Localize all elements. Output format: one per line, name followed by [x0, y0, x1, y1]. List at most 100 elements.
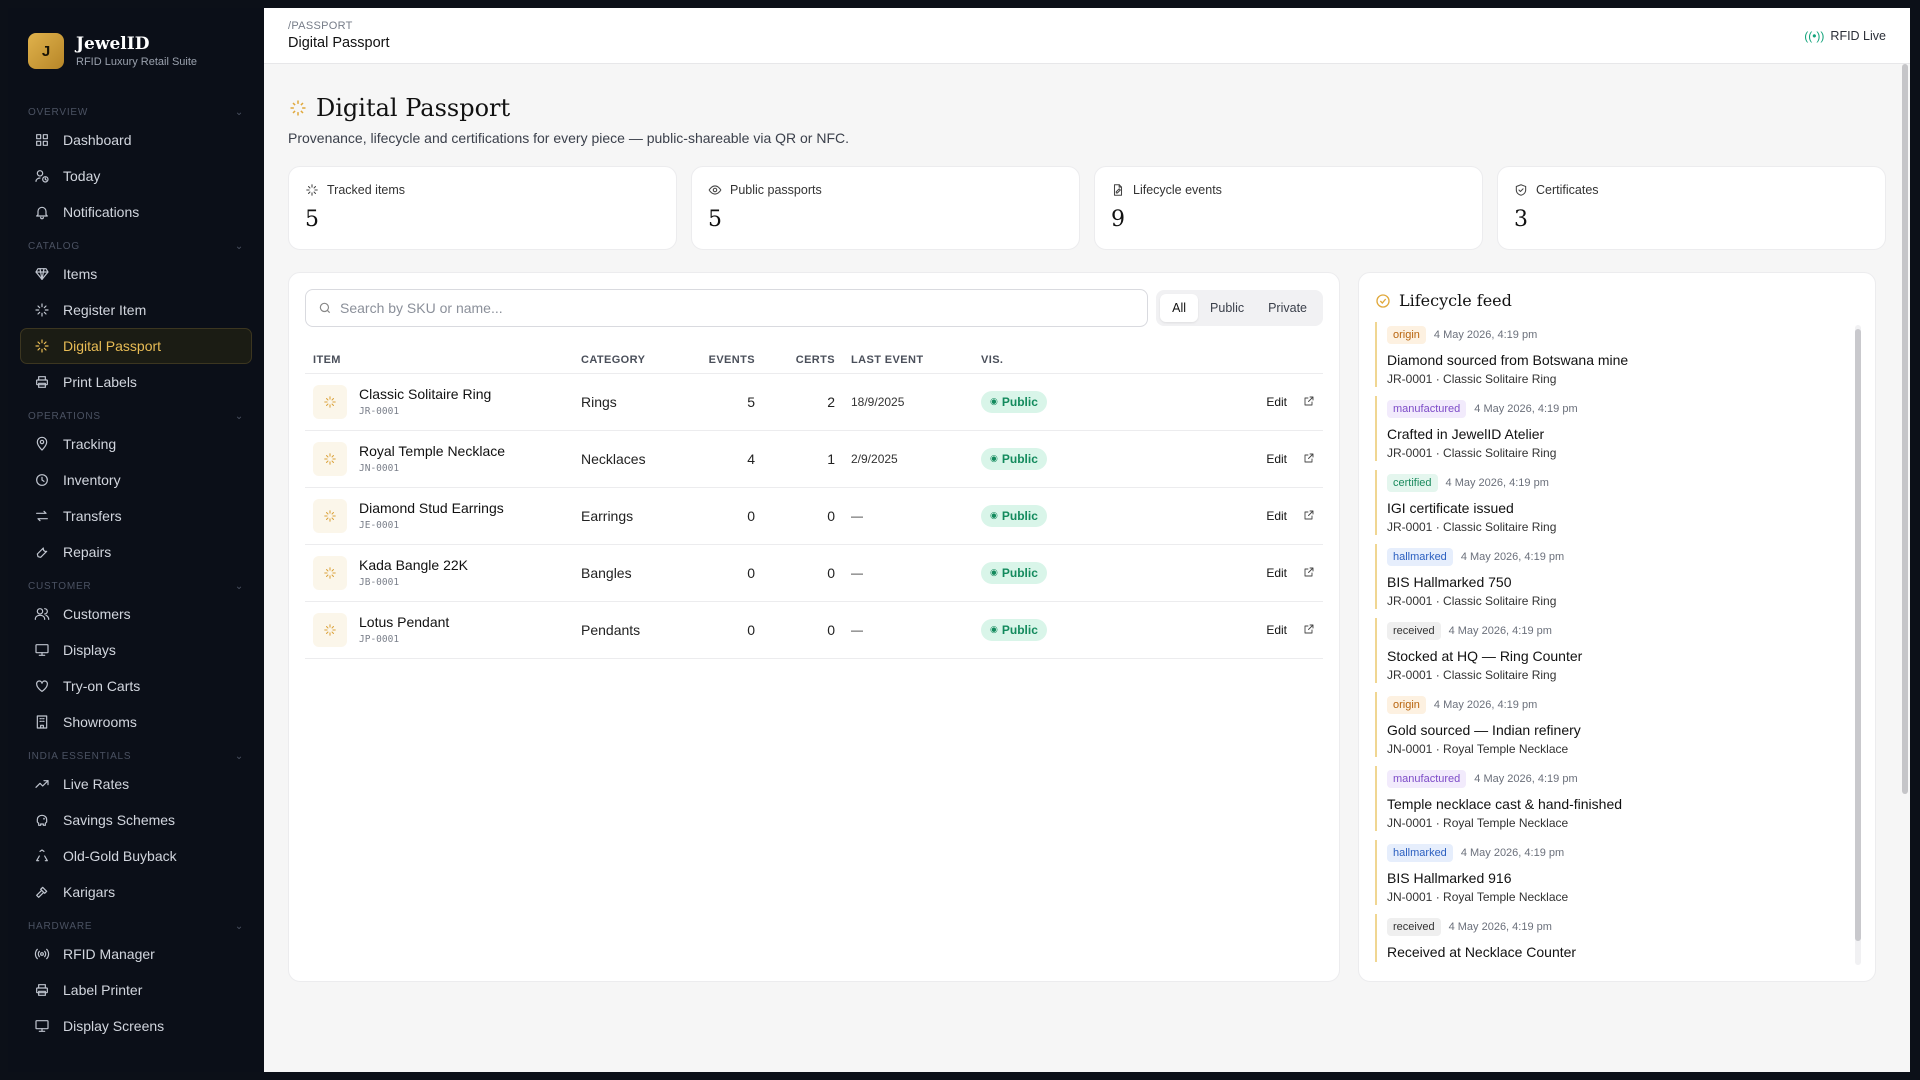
edit-button[interactable]: Edit — [1266, 623, 1287, 637]
col-events[interactable]: EVENTS — [693, 347, 763, 374]
feed-item[interactable]: certified 4 May 2026, 4:19 pm IGI certific… — [1375, 470, 1839, 535]
chevron-down-icon: ⌄ — [234, 240, 244, 252]
col-certs[interactable]: CERTS — [763, 347, 843, 374]
feed-item[interactable]: received 4 May 2026, 4:19 pm Stocked at HQ… — [1375, 618, 1839, 683]
item-thumbnail — [313, 384, 347, 419]
sidebar-item-display-screens[interactable]: Display Screens — [20, 1008, 252, 1044]
topbar: /PASSPORT Digital Passport ((•)) RFID Li… — [264, 8, 1910, 64]
col-last-event[interactable]: LAST EVENT — [843, 347, 973, 374]
nav-section: OPERATIONS ⌄ Tracking Inventory Transfers Rep… — [16, 406, 256, 570]
sidebar-item-print-labels[interactable]: Print Labels — [20, 364, 252, 400]
filter-all[interactable]: All — [1160, 294, 1199, 322]
open-passport-button[interactable] — [1303, 508, 1315, 524]
sidebar-item-today[interactable]: Today — [20, 158, 252, 194]
sidebar-item-transfers[interactable]: Transfers — [20, 498, 252, 534]
feed-item[interactable]: origin 4 May 2026, 4:19 pm Diamond sourced… — [1375, 322, 1839, 387]
nav-section-heading[interactable]: CATALOG ⌄ — [16, 236, 256, 256]
table-row[interactable]: Kada Bangle 22K JB-0001 Bangles 0 0— ◉ Public E… — [305, 544, 1323, 602]
search-box[interactable] — [305, 289, 1149, 327]
nav-section-heading[interactable]: INDIA ESSENTIALS ⌄ — [16, 746, 256, 766]
edit-button[interactable]: Edit — [1266, 395, 1287, 409]
sidebar-item-old-gold-buyback[interactable]: Old-Gold Buyback — [20, 838, 252, 874]
event-item-ref: JN-0001 · Royal Temple Necklace — [1387, 742, 1569, 756]
radio-icon: ((•)) — [1804, 28, 1825, 43]
item-name[interactable]: Diamond Stud Earrings — [359, 500, 504, 516]
item-thumbnail — [313, 498, 347, 533]
sparkle-icon — [306, 184, 318, 196]
sidebar-item-notifications[interactable]: Notifications — [20, 194, 252, 230]
rfid-live-status[interactable]: ((•)) RFID Live — [1804, 29, 1886, 43]
sidebar-item-tracking[interactable]: Tracking — [20, 426, 252, 462]
filter-public[interactable]: Public — [1198, 294, 1256, 322]
sidebar-nav: OVERVIEW ⌄ Dashboard Today Notifications CATA… — [8, 74, 264, 1044]
topbar-title: Digital Passport — [288, 35, 390, 51]
nav-section-heading[interactable]: OPERATIONS ⌄ — [16, 406, 256, 426]
sidebar-item-digital-passport[interactable]: Digital Passport — [20, 328, 252, 364]
feed-title: Lifecycle feed — [1399, 291, 1512, 310]
feed-item[interactable]: hallmarked 4 May 2026, 4:19 pm BIS Hallmar… — [1375, 840, 1839, 905]
nav-section-heading[interactable]: CUSTOMER ⌄ — [16, 576, 256, 596]
item-sku: JB-0001 — [359, 577, 400, 588]
filter-private[interactable]: Private — [1256, 294, 1319, 322]
breadcrumb[interactable]: /PASSPORT — [288, 20, 390, 32]
search-input[interactable] — [340, 300, 1136, 316]
table-row[interactable]: Lotus Pendant JP-0001 Pendants 0 0— ◉ Public Ed… — [305, 601, 1323, 659]
nav-section-heading[interactable]: OVERVIEW ⌄ — [16, 102, 256, 122]
table-row[interactable]: Classic Solitaire Ring JR-0001 Rings 5 2 18/9… — [305, 373, 1323, 431]
sidebar-item-karigars[interactable]: Karigars — [20, 874, 252, 910]
event-time: 4 May 2026, 4:19 pm — [1474, 773, 1578, 785]
sidebar-item-label: Showrooms — [63, 714, 137, 730]
col-visibility[interactable]: VIS. — [973, 347, 1093, 374]
sparkle-icon — [324, 566, 336, 579]
table-row[interactable]: Diamond Stud Earrings JE-0001 Earrings 0 0— ◉… — [305, 487, 1323, 545]
item-name[interactable]: Classic Solitaire Ring — [359, 386, 491, 402]
feed-item[interactable]: hallmarked 4 May 2026, 4:19 pm BIS Hallmar… — [1375, 544, 1839, 609]
feed-item[interactable]: manufactured 4 May 2026, 4:19 pm Temple ne… — [1375, 766, 1839, 831]
shield-check-icon — [1515, 184, 1527, 196]
item-name[interactable]: Kada Bangle 22K — [359, 557, 468, 573]
monitor-icon — [35, 644, 49, 656]
col-item[interactable]: ITEM — [305, 347, 573, 374]
main-area: /PASSPORT Digital Passport ((•)) RFID Li… — [264, 8, 1910, 1072]
building-icon — [36, 715, 48, 729]
col-category[interactable]: CATEGORY — [573, 347, 693, 374]
sidebar-item-items[interactable]: Items — [20, 256, 252, 292]
sidebar-item-customers[interactable]: Customers — [20, 596, 252, 632]
open-passport-button[interactable] — [1303, 565, 1315, 581]
feed-item[interactable]: manufactured 4 May 2026, 4:19 pm Crafted i… — [1375, 396, 1839, 461]
edit-button[interactable]: Edit — [1266, 452, 1287, 466]
sparkle-icon — [324, 452, 336, 465]
brand[interactable]: J JewelID RFID Luxury Retail Suite — [8, 8, 264, 74]
page-scrollbar[interactable] — [1902, 64, 1908, 794]
sidebar-item-label-printer[interactable]: Label Printer — [20, 972, 252, 1008]
sidebar-item-live-rates[interactable]: Live Rates — [20, 766, 252, 802]
chevron-down-icon: ⌄ — [234, 106, 244, 118]
event-item-ref: JR-0001 · Classic Solitaire Ring — [1387, 520, 1557, 534]
feed-scrollbar[interactable] — [1855, 325, 1861, 965]
item-name[interactable]: Royal Temple Necklace — [359, 443, 505, 459]
sidebar-item-savings-schemes[interactable]: Savings Schemes — [20, 802, 252, 838]
sidebar-item-displays[interactable]: Displays — [20, 632, 252, 668]
sidebar-item-dashboard[interactable]: Dashboard — [20, 122, 252, 158]
edit-button[interactable]: Edit — [1266, 509, 1287, 523]
sidebar-item-inventory[interactable]: Inventory — [20, 462, 252, 498]
sidebar-item-try-on-carts[interactable]: Try-on Carts — [20, 668, 252, 704]
sidebar-item-showrooms[interactable]: Showrooms — [20, 704, 252, 740]
event-title: Temple necklace cast & hand-finished — [1387, 796, 1623, 812]
passport-table-panel: All Public Private ITEM CATEGORY EVENTS … — [288, 272, 1340, 982]
open-passport-button[interactable] — [1303, 622, 1315, 638]
sidebar-item-label: Live Rates — [63, 776, 130, 792]
sidebar-item-rfid-manager[interactable]: RFID Manager — [20, 936, 252, 972]
sidebar-item-register-item[interactable]: Register Item — [20, 292, 252, 328]
sidebar-item-repairs[interactable]: Repairs — [20, 534, 252, 570]
item-last-event: — — [843, 544, 973, 602]
nav-section-heading[interactable]: HARDWARE ⌄ — [16, 916, 256, 936]
feed-item[interactable]: received 4 May 2026, 4:19 pm Received at N… — [1375, 914, 1839, 962]
item-name[interactable]: Lotus Pendant — [359, 614, 449, 630]
open-passport-button[interactable] — [1303, 451, 1315, 467]
table-row[interactable]: Royal Temple Necklace JN-0001 Necklaces 4 1 2… — [305, 430, 1323, 488]
edit-button[interactable]: Edit — [1266, 566, 1287, 580]
event-item-ref: JR-0001 · Classic Solitaire Ring — [1387, 594, 1557, 608]
open-passport-button[interactable] — [1303, 394, 1315, 410]
feed-item[interactable]: origin 4 May 2026, 4:19 pm Gold sourced — … — [1375, 692, 1839, 757]
